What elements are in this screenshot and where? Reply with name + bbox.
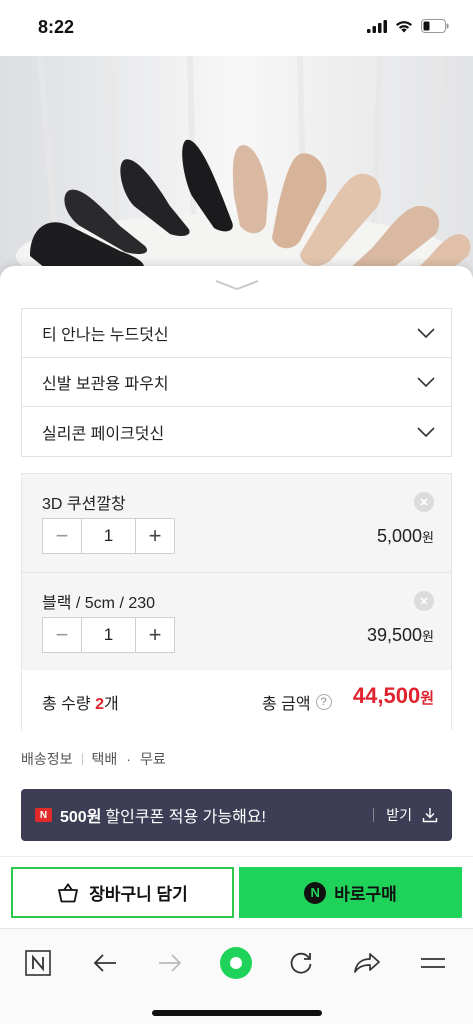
menu-button[interactable] [413,943,453,983]
naver-pay-badge-icon: N [35,808,52,822]
selected-item: 3D 쿠션깔창 − 1 + 5,000원 [22,474,451,572]
coupon-amount: 500원 [60,809,102,826]
help-icon[interactable]: ? [315,694,332,710]
chevron-down-icon [417,328,435,338]
divider [81,753,83,765]
total-amount: 44,500원 [353,683,434,709]
arrow-right-icon [159,954,182,972]
refresh-button[interactable] [281,943,321,983]
selected-item: 블랙 / 5cm / 230 − 1 + 39,500원 [22,572,451,670]
quantity-stepper: − 1 + [42,518,175,554]
selected-item-price: 5,000원 [377,526,434,547]
order-total-row: 총 수량 2개 총 금액 ? 44,500원 [22,670,451,730]
total-quantity-label: 총 수량 [42,696,91,713]
shopping-bag-icon [58,882,79,902]
naver-home-button[interactable] [18,943,58,983]
naver-pay-icon: N [304,881,327,904]
total-quantity-unit: 개 [103,696,119,713]
get-coupon-button[interactable]: 받기 [373,805,438,825]
get-coupon-label: 받기 [386,807,412,823]
quantity-increase-button[interactable]: + [136,618,174,652]
total-amount-label-group: 총 금액 ? [262,690,332,714]
chevron-down-icon [417,377,435,387]
purchase-option-sheet: 티 안나는 누드덧신 신발 보관용 파우치 실리콘 페이크덧신 3D 쿠션깔창 … [0,266,473,856]
option-label: 실리콘 페이크덧신 [42,425,165,443]
status-icons [367,19,449,33]
home-indicator [152,1010,322,1016]
total-quantity: 총 수량 2개 [42,690,119,714]
buy-now-button[interactable]: N 바로구매 [239,867,462,918]
back-button[interactable] [85,943,125,983]
option-label: 신발 보관용 파우치 [42,376,169,393]
product-photo-shoes [0,56,473,286]
quantity-decrease-button[interactable]: − [43,618,81,652]
quantity-increase-button[interactable]: + [136,519,174,553]
currency-unit: 원 [420,690,434,707]
price-value: 39,500 [366,625,423,645]
option-dropdown-nude-socks[interactable]: 티 안나는 누드덧신 [22,309,451,358]
quantity-value[interactable]: 1 [81,519,136,553]
quantity-decrease-button[interactable]: − [43,519,81,553]
arrow-left-icon [93,954,116,972]
add-to-cart-label: 장바구니 담기 [89,885,188,904]
refresh-icon [290,952,312,974]
green-dot-button[interactable] [216,943,256,983]
purchase-actions: 장바구니 담기 N 바로구매 [0,856,473,928]
status-time: 8:22 [38,17,75,37]
quantity-value[interactable]: 1 [81,618,136,652]
additional-options-list: 티 안나는 누드덧신 신발 보관용 파우치 실리콘 페이크덧신 [21,308,452,457]
currency-unit: 원 [422,629,434,644]
total-amount-label: 총 금액 [262,696,311,713]
chevron-down-icon [417,426,435,437]
battery-icon [421,19,449,33]
forward-button[interactable] [150,943,190,983]
remove-item-button[interactable] [414,591,434,611]
shipping-dot: · [126,751,131,767]
quantity-stepper: − 1 + [42,617,175,653]
download-icon [422,808,438,823]
share-button[interactable] [347,943,387,983]
shipping-label: 배송정보 [21,751,73,767]
coupon-banner[interactable]: N 500원 할인쿠폰 적용 가능해요! 받기 [21,789,452,841]
option-dropdown-shoe-pouch[interactable]: 신발 보관용 파우치 [22,358,451,407]
sheet-collapse-handle-icon[interactable] [214,278,260,292]
currency-unit: 원 [422,530,434,545]
coupon-message: 할인쿠폰 적용 가능해요! [105,809,266,826]
option-label: 티 안나는 누드덧신 [42,327,169,344]
divider [373,808,375,822]
shipping-info: 배송정보 택배 · 무료 [21,749,166,769]
shipping-method: 택배 [91,751,118,767]
shipping-fee: 무료 [139,751,166,767]
selected-item-name: 블랙 / 5cm / 230 [42,595,156,612]
browser-toolbar [0,928,473,1024]
wifi-icon [396,20,412,32]
selected-items-box: 3D 쿠션깔창 − 1 + 5,000원 블랙 / 5cm / 230 − 1 … [21,473,452,730]
hamburger-menu-icon [421,958,445,968]
add-to-cart-button[interactable]: 장바구니 담기 [11,867,234,918]
close-icon [420,597,428,605]
green-dot-icon [220,947,252,979]
total-amount-value: 44,500 [352,683,421,708]
naver-n-icon [25,950,51,976]
option-dropdown-silicone-socks[interactable]: 실리콘 페이크덧신 [22,407,451,456]
close-icon [420,498,428,506]
remove-item-button[interactable] [414,492,434,512]
signal-icon [367,19,387,33]
selected-item-price: 39,500원 [367,625,434,646]
product-image [0,56,473,286]
price-value: 5,000 [376,526,423,546]
buy-now-label: 바로구매 [334,885,397,904]
status-bar: 8:22 [0,0,473,56]
total-quantity-value: 2 [95,696,104,713]
selected-item-name: 3D 쿠션깔창 [42,496,126,513]
share-icon [354,953,380,973]
